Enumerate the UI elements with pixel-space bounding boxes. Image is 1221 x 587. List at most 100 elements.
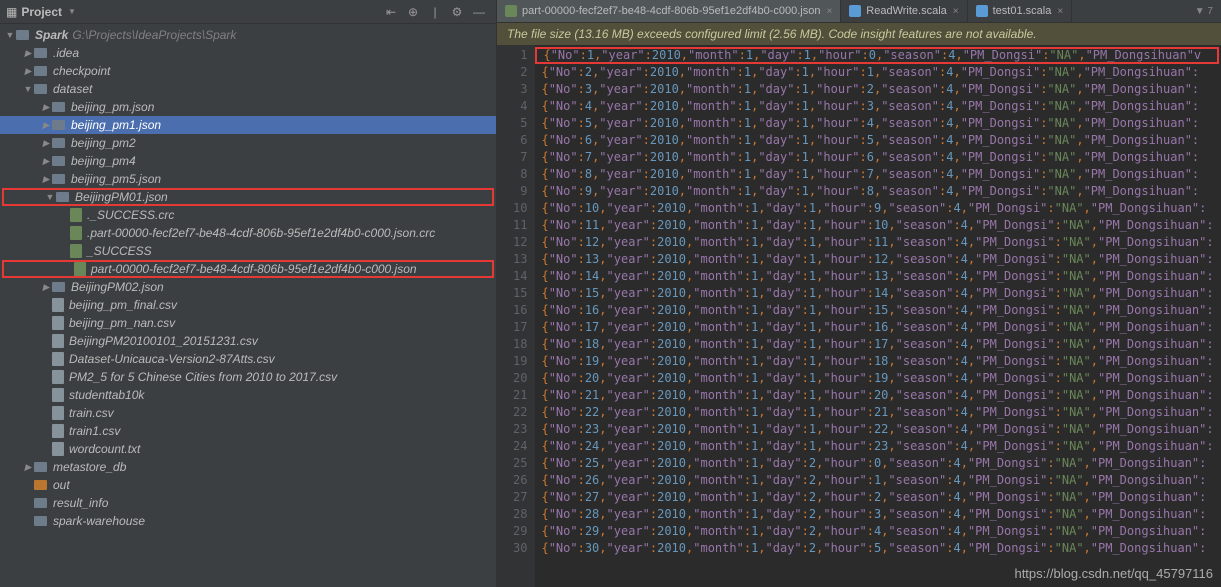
tree-item[interactable]: ▶beijing_pm1.json [0, 116, 496, 134]
tree-item[interactable]: part-00000-fecf2ef7-be48-4cdf-806b-95ef1… [2, 260, 494, 278]
code-line[interactable]: {"No":2,"year":2010,"month":1,"day":1,"h… [535, 64, 1221, 81]
code-line[interactable]: {"No":3,"year":2010,"month":1,"day":1,"h… [535, 81, 1221, 98]
code-line[interactable]: {"No":26,"year":2010,"month":1,"day":2,"… [535, 472, 1221, 489]
tree-item-label: dataset [53, 82, 92, 96]
code-line[interactable]: {"No":30,"year":2010,"month":1,"day":2,"… [535, 540, 1221, 557]
code-line[interactable]: {"No":10,"year":2010,"month":1,"day":1,"… [535, 200, 1221, 217]
collapse-arrow-icon[interactable]: ▼ [22, 84, 34, 94]
line-number: 25 [513, 455, 527, 472]
line-number: 26 [513, 472, 527, 489]
code-line[interactable]: {"No":4,"year":2010,"month":1,"day":1,"h… [535, 98, 1221, 115]
expand-arrow-icon[interactable]: ▶ [22, 462, 34, 473]
tree-root[interactable]: ▼ Spark G:\Projects\IdeaProjects\Spark [0, 26, 496, 44]
tree-item-label: metastore_db [53, 460, 126, 474]
gear-icon[interactable]: ⚙ [448, 3, 466, 21]
tree-item[interactable]: train.csv [0, 404, 496, 422]
expand-arrow-icon[interactable]: ▶ [22, 66, 34, 77]
close-icon[interactable]: × [826, 6, 832, 17]
collapse-icon[interactable]: ⇤ [382, 3, 400, 21]
code-line[interactable]: {"No":9,"year":2010,"month":1,"day":1,"h… [535, 183, 1221, 200]
tree-item[interactable]: ._SUCCESS.crc [0, 206, 496, 224]
editor-tab[interactable]: test01.scala× [968, 0, 1073, 22]
tree-item[interactable]: .part-00000-fecf2ef7-be48-4cdf-806b-95ef… [0, 224, 496, 242]
code-line[interactable]: {"No":22,"year":2010,"month":1,"day":1,"… [535, 404, 1221, 421]
folder-icon: ▦ [6, 5, 17, 19]
tree-item-label: out [53, 478, 70, 492]
code-line[interactable]: {"No":15,"year":2010,"month":1,"day":1,"… [535, 285, 1221, 302]
tree-item[interactable]: spark-warehouse [0, 512, 496, 530]
tree-item[interactable]: ▶.idea [0, 44, 496, 62]
code-line[interactable]: {"No":19,"year":2010,"month":1,"day":1,"… [535, 353, 1221, 370]
hide-icon[interactable]: — [470, 3, 488, 21]
editor-tab[interactable]: ReadWrite.scala× [841, 0, 967, 22]
code-line[interactable]: {"No":7,"year":2010,"month":1,"day":1,"h… [535, 149, 1221, 166]
line-number: 22 [513, 404, 527, 421]
code-line[interactable]: {"No":16,"year":2010,"month":1,"day":1,"… [535, 302, 1221, 319]
panel-dropdown-icon[interactable]: ▼ [68, 7, 76, 16]
expand-arrow-icon[interactable]: ▶ [40, 120, 52, 131]
code-line[interactable]: {"No":12,"year":2010,"month":1,"day":1,"… [535, 234, 1221, 251]
code-line[interactable]: {"No":25,"year":2010,"month":1,"day":2,"… [535, 455, 1221, 472]
editor-tab[interactable]: part-00000-fecf2ef7-be48-4cdf-806b-95ef1… [497, 0, 841, 22]
tab-overflow[interactable]: ▼ 7 [1187, 0, 1221, 22]
code-line[interactable]: {"No":18,"year":2010,"month":1,"day":1,"… [535, 336, 1221, 353]
tree-item[interactable]: ▶checkpoint [0, 62, 496, 80]
file-icon [52, 352, 64, 366]
tree-item[interactable]: ▶beijing_pm.json [0, 98, 496, 116]
code-line[interactable]: {"No":27,"year":2010,"month":1,"day":2,"… [535, 489, 1221, 506]
expand-arrow-icon[interactable]: ▼ [4, 30, 16, 40]
expand-arrow-icon[interactable]: ▶ [40, 282, 52, 293]
code-line[interactable]: {"No":29,"year":2010,"month":1,"day":2,"… [535, 523, 1221, 540]
code-line[interactable]: {"No":5,"year":2010,"month":1,"day":1,"h… [535, 115, 1221, 132]
tree-item-label: beijing_pm_final.csv [69, 298, 177, 312]
line-number: 2 [513, 64, 527, 81]
tree-item[interactable]: BeijingPM20100101_20151231.csv [0, 332, 496, 350]
collapse-arrow-icon[interactable]: ▼ [44, 192, 56, 202]
code-line[interactable]: {"No":6,"year":2010,"month":1,"day":1,"h… [535, 132, 1221, 149]
tree-item[interactable]: ▶ metastore_db [0, 458, 496, 476]
tree-item[interactable]: Dataset-Unicauca-Version2-87Atts.csv [0, 350, 496, 368]
expand-arrow-icon[interactable]: ▶ [40, 102, 52, 113]
tree-item[interactable]: ▶beijing_pm2 [0, 134, 496, 152]
code-content[interactable]: {"No":1,"year":2010,"month":1,"day":1,"h… [535, 45, 1221, 587]
close-icon[interactable]: × [953, 6, 959, 17]
tree-item[interactable]: beijing_pm_final.csv [0, 296, 496, 314]
divider: | [426, 3, 444, 21]
code-line[interactable]: {"No":8,"year":2010,"month":1,"day":1,"h… [535, 166, 1221, 183]
tree-item[interactable]: beijing_pm_nan.csv [0, 314, 496, 332]
file-icon [52, 334, 64, 348]
close-icon[interactable]: × [1057, 6, 1063, 17]
code-line[interactable]: {"No":11,"year":2010,"month":1,"day":1,"… [535, 217, 1221, 234]
tree-item[interactable]: _SUCCESS [0, 242, 496, 260]
expand-arrow-icon[interactable]: ▶ [22, 48, 34, 59]
tree-item[interactable]: PM2_5 for 5 Chinese Cities from 2010 to … [0, 368, 496, 386]
tree-item[interactable]: studenttab10k [0, 386, 496, 404]
tree-item[interactable]: ▶BeijingPM02.json [0, 278, 496, 296]
tree-item[interactable]: train1.csv [0, 422, 496, 440]
tree-item[interactable]: ▼ dataset [0, 80, 496, 98]
code-line[interactable]: {"No":21,"year":2010,"month":1,"day":1,"… [535, 387, 1221, 404]
target-icon[interactable]: ⊕ [404, 3, 422, 21]
code-line[interactable]: {"No":28,"year":2010,"month":1,"day":2,"… [535, 506, 1221, 523]
project-tree[interactable]: ▼ Spark G:\Projects\IdeaProjects\Spark ▶… [0, 24, 496, 587]
file-icon [52, 388, 64, 402]
tree-item[interactable]: wordcount.txt [0, 440, 496, 458]
expand-arrow-icon[interactable]: ▶ [40, 174, 52, 185]
code-line[interactable]: {"No":24,"year":2010,"month":1,"day":1,"… [535, 438, 1221, 455]
tree-item[interactable]: out [0, 476, 496, 494]
tree-item[interactable]: ▶beijing_pm4 [0, 152, 496, 170]
tree-item[interactable]: ▼BeijingPM01.json [2, 188, 494, 206]
tree-item[interactable]: ▶ beijing_pm5.json [0, 170, 496, 188]
code-editor[interactable]: 1234567891011121314151617181920212223242… [497, 45, 1221, 587]
expand-arrow-icon[interactable]: ▶ [40, 156, 52, 167]
code-line[interactable]: {"No":1,"year":2010,"month":1,"day":1,"h… [535, 47, 1219, 64]
code-line[interactable]: {"No":14,"year":2010,"month":1,"day":1,"… [535, 268, 1221, 285]
editor-tabs: part-00000-fecf2ef7-be48-4cdf-806b-95ef1… [497, 0, 1221, 23]
code-line[interactable]: {"No":20,"year":2010,"month":1,"day":1,"… [535, 370, 1221, 387]
code-line[interactable]: {"No":13,"year":2010,"month":1,"day":1,"… [535, 251, 1221, 268]
code-line[interactable]: {"No":17,"year":2010,"month":1,"day":1,"… [535, 319, 1221, 336]
code-line[interactable]: {"No":23,"year":2010,"month":1,"day":1,"… [535, 421, 1221, 438]
tree-item-label: beijing_pm5.json [71, 172, 161, 186]
expand-arrow-icon[interactable]: ▶ [40, 138, 52, 149]
tree-item[interactable]: result_info [0, 494, 496, 512]
